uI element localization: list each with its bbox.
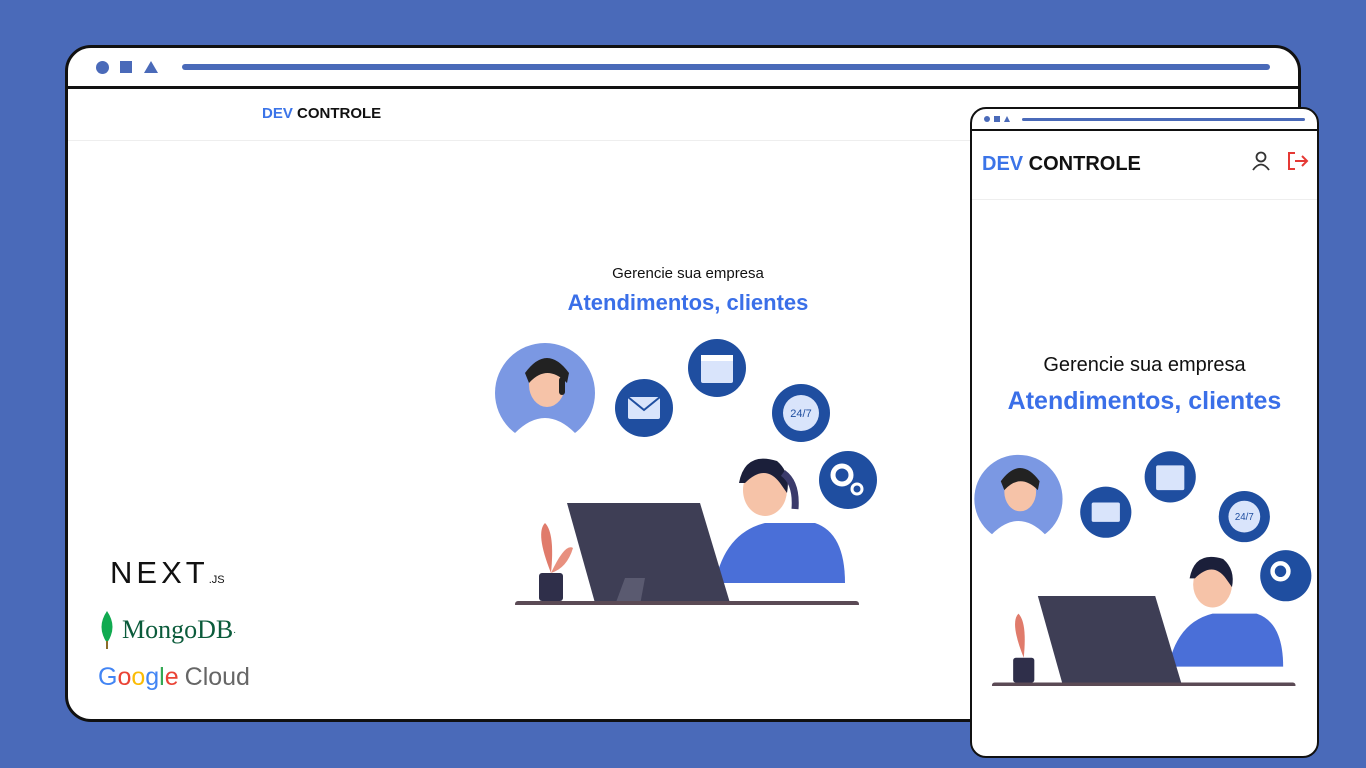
header-divider <box>972 199 1317 200</box>
square-icon <box>994 116 1000 122</box>
browser-chrome <box>972 109 1317 131</box>
circle-icon <box>96 60 109 74</box>
mobile-window: DEV CONTROLE Gerencie sua empresa Atendi… <box>970 107 1319 758</box>
tech-logos: NEXT.JS MongoDB. Go o g l e Cloud <box>98 556 298 692</box>
logout-icon[interactable] <box>1287 151 1309 171</box>
circle-icon <box>984 116 990 122</box>
hero-subtitle: Gerencie sua empresa <box>612 265 764 282</box>
clock-label: 24/7 <box>790 408 811 420</box>
mongodb-leaf-icon <box>101 611 113 649</box>
brand-logo[interactable]: DEV CONTROLE <box>982 153 1141 176</box>
browser-chrome <box>68 48 1298 89</box>
hero-headline: Atendimentos, clientes <box>567 290 809 315</box>
triangle-icon <box>144 61 158 73</box>
hero-subtitle: Gerencie sua empresa <box>1043 354 1246 376</box>
square-icon <box>120 61 132 73</box>
brand-prefix: DEV <box>982 153 1024 175</box>
brand-suffix: CONTROLE <box>1023 153 1141 175</box>
mongodb-logo: MongoDB. <box>98 611 298 649</box>
google-cloud-logo: Go o g l e Cloud <box>98 663 250 691</box>
clock-label: 24/7 <box>1235 512 1254 523</box>
address-bar[interactable] <box>1022 117 1305 121</box>
address-bar[interactable] <box>182 64 1270 70</box>
nextjs-logo: NEXT.JS <box>110 555 225 590</box>
brand-suffix: CONTROLE <box>292 105 382 122</box>
support-illustration: 24/7 <box>974 451 1312 686</box>
support-illustration: 24/7 <box>495 339 877 605</box>
brand-logo[interactable]: DEV CONTROLE <box>262 105 381 122</box>
user-icon[interactable] <box>1251 151 1271 171</box>
hero-headline: Atendimentos, clientes <box>1007 387 1282 415</box>
triangle-icon <box>1004 116 1010 122</box>
header-actions <box>1251 151 1309 171</box>
brand-prefix: DEV <box>262 105 293 122</box>
